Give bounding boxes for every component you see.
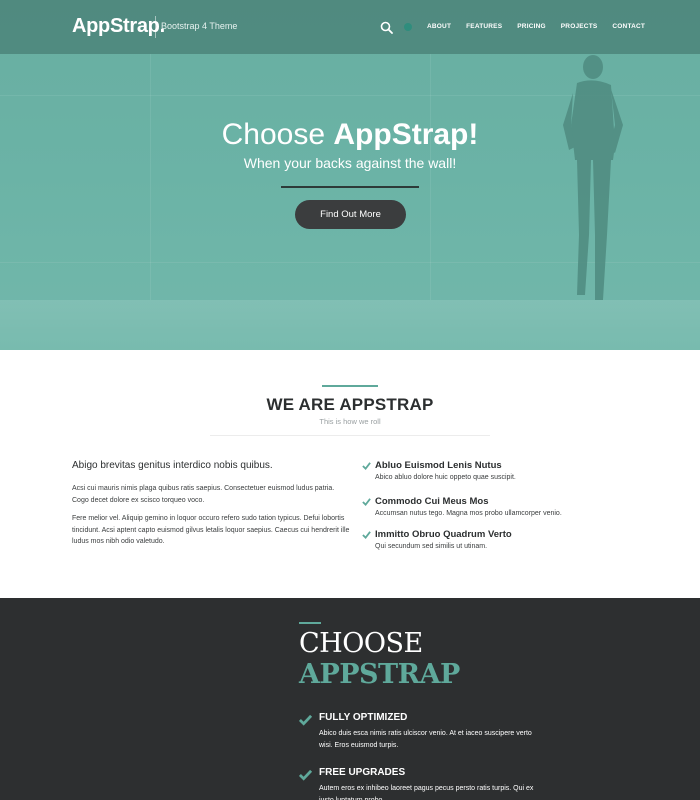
find-out-more-button[interactable]: Find Out More — [295, 200, 406, 229]
section-accent-line — [322, 385, 378, 387]
about-subtitle: This is how we roll — [319, 417, 381, 426]
feature-title: Commodo Cui Meus Mos — [375, 496, 489, 507]
search-icon[interactable] — [380, 21, 393, 34]
choose-feature-text: Autem eros ex inhibeo laoreet pagus pecu… — [319, 785, 534, 800]
about-paragraph: Fere melior vel. Aliquip gemino in loquo… — [72, 515, 350, 545]
hero-title-bold: AppStrap! — [333, 118, 479, 151]
brand-tagline: Bootstrap 4 Theme — [161, 21, 238, 31]
nav-indicator-dot[interactable] — [404, 23, 412, 31]
choose-section: CHOOSE APPSTRAP FULLY OPTIMIZED Abico du… — [0, 598, 700, 800]
feature-text: Qui secundum sed similis ut utinam. — [375, 543, 488, 550]
choose-feature-title: FULLY OPTIMIZED — [319, 712, 408, 723]
about-paragraph: Acsi cui mauris nimis plaga quibus ratis… — [72, 485, 335, 504]
about-lead: Abigo brevitas genitus interdico nobis q… — [72, 460, 273, 471]
hero-person-image — [563, 55, 623, 300]
nav-link-contact[interactable]: CONTACT — [612, 23, 645, 30]
about-title: WE ARE APPSTRAP — [266, 395, 434, 414]
hero-divider — [281, 186, 419, 188]
nav-link-pricing[interactable]: PRICING — [517, 23, 546, 30]
hero-section: AppStrap. Bootstrap 4 Theme ABOUT FEATUR… — [0, 0, 700, 350]
hero-title: Choose AppStrap! — [0, 118, 700, 152]
feature-text: Accumsan nutus tego. Magna mos probo ull… — [375, 510, 562, 517]
check-icon — [362, 498, 371, 506]
check-icon — [299, 714, 312, 726]
choose-title-line2: APPSTRAP — [299, 659, 460, 690]
about-section: WE ARE APPSTRAP This is how we roll Abig… — [0, 350, 700, 598]
top-navbar: AppStrap. Bootstrap 4 Theme ABOUT FEATUR… — [0, 0, 700, 54]
brand-divider — [155, 16, 156, 38]
nav-link-features[interactable]: FEATURES — [466, 23, 502, 30]
nav-menu: ABOUT FEATURES PRICING PROJECTS CONTACT — [427, 23, 660, 30]
nav-link-about[interactable]: ABOUT — [427, 23, 451, 30]
feature-title: Immitto Obruo Quadrum Verto — [375, 529, 512, 540]
section-divider — [210, 435, 490, 436]
check-icon — [362, 531, 371, 539]
nav-link-projects[interactable]: PROJECTS — [561, 23, 598, 30]
check-icon — [299, 769, 312, 781]
section-accent-line — [299, 622, 321, 624]
check-icon — [362, 462, 371, 470]
wall-seam — [430, 54, 431, 300]
choose-feature-title: FREE UPGRADES — [319, 767, 406, 778]
brand-logo[interactable]: AppStrap. — [72, 15, 165, 38]
hero-title-light: Choose — [221, 118, 334, 151]
hero-subtitle: When your backs against the wall! — [243, 155, 457, 171]
choose-title-line1: CHOOSE — [299, 628, 423, 659]
feature-text: Abico abluo dolore huic oppeto quae susc… — [375, 474, 516, 481]
hero-floor — [0, 300, 700, 350]
wall-seam — [150, 54, 151, 300]
choose-feature-text: Abico duis esca nimis ratis ulciscor ven… — [319, 730, 532, 749]
feature-title: Abluo Euismod Lenis Nutus — [375, 460, 502, 471]
